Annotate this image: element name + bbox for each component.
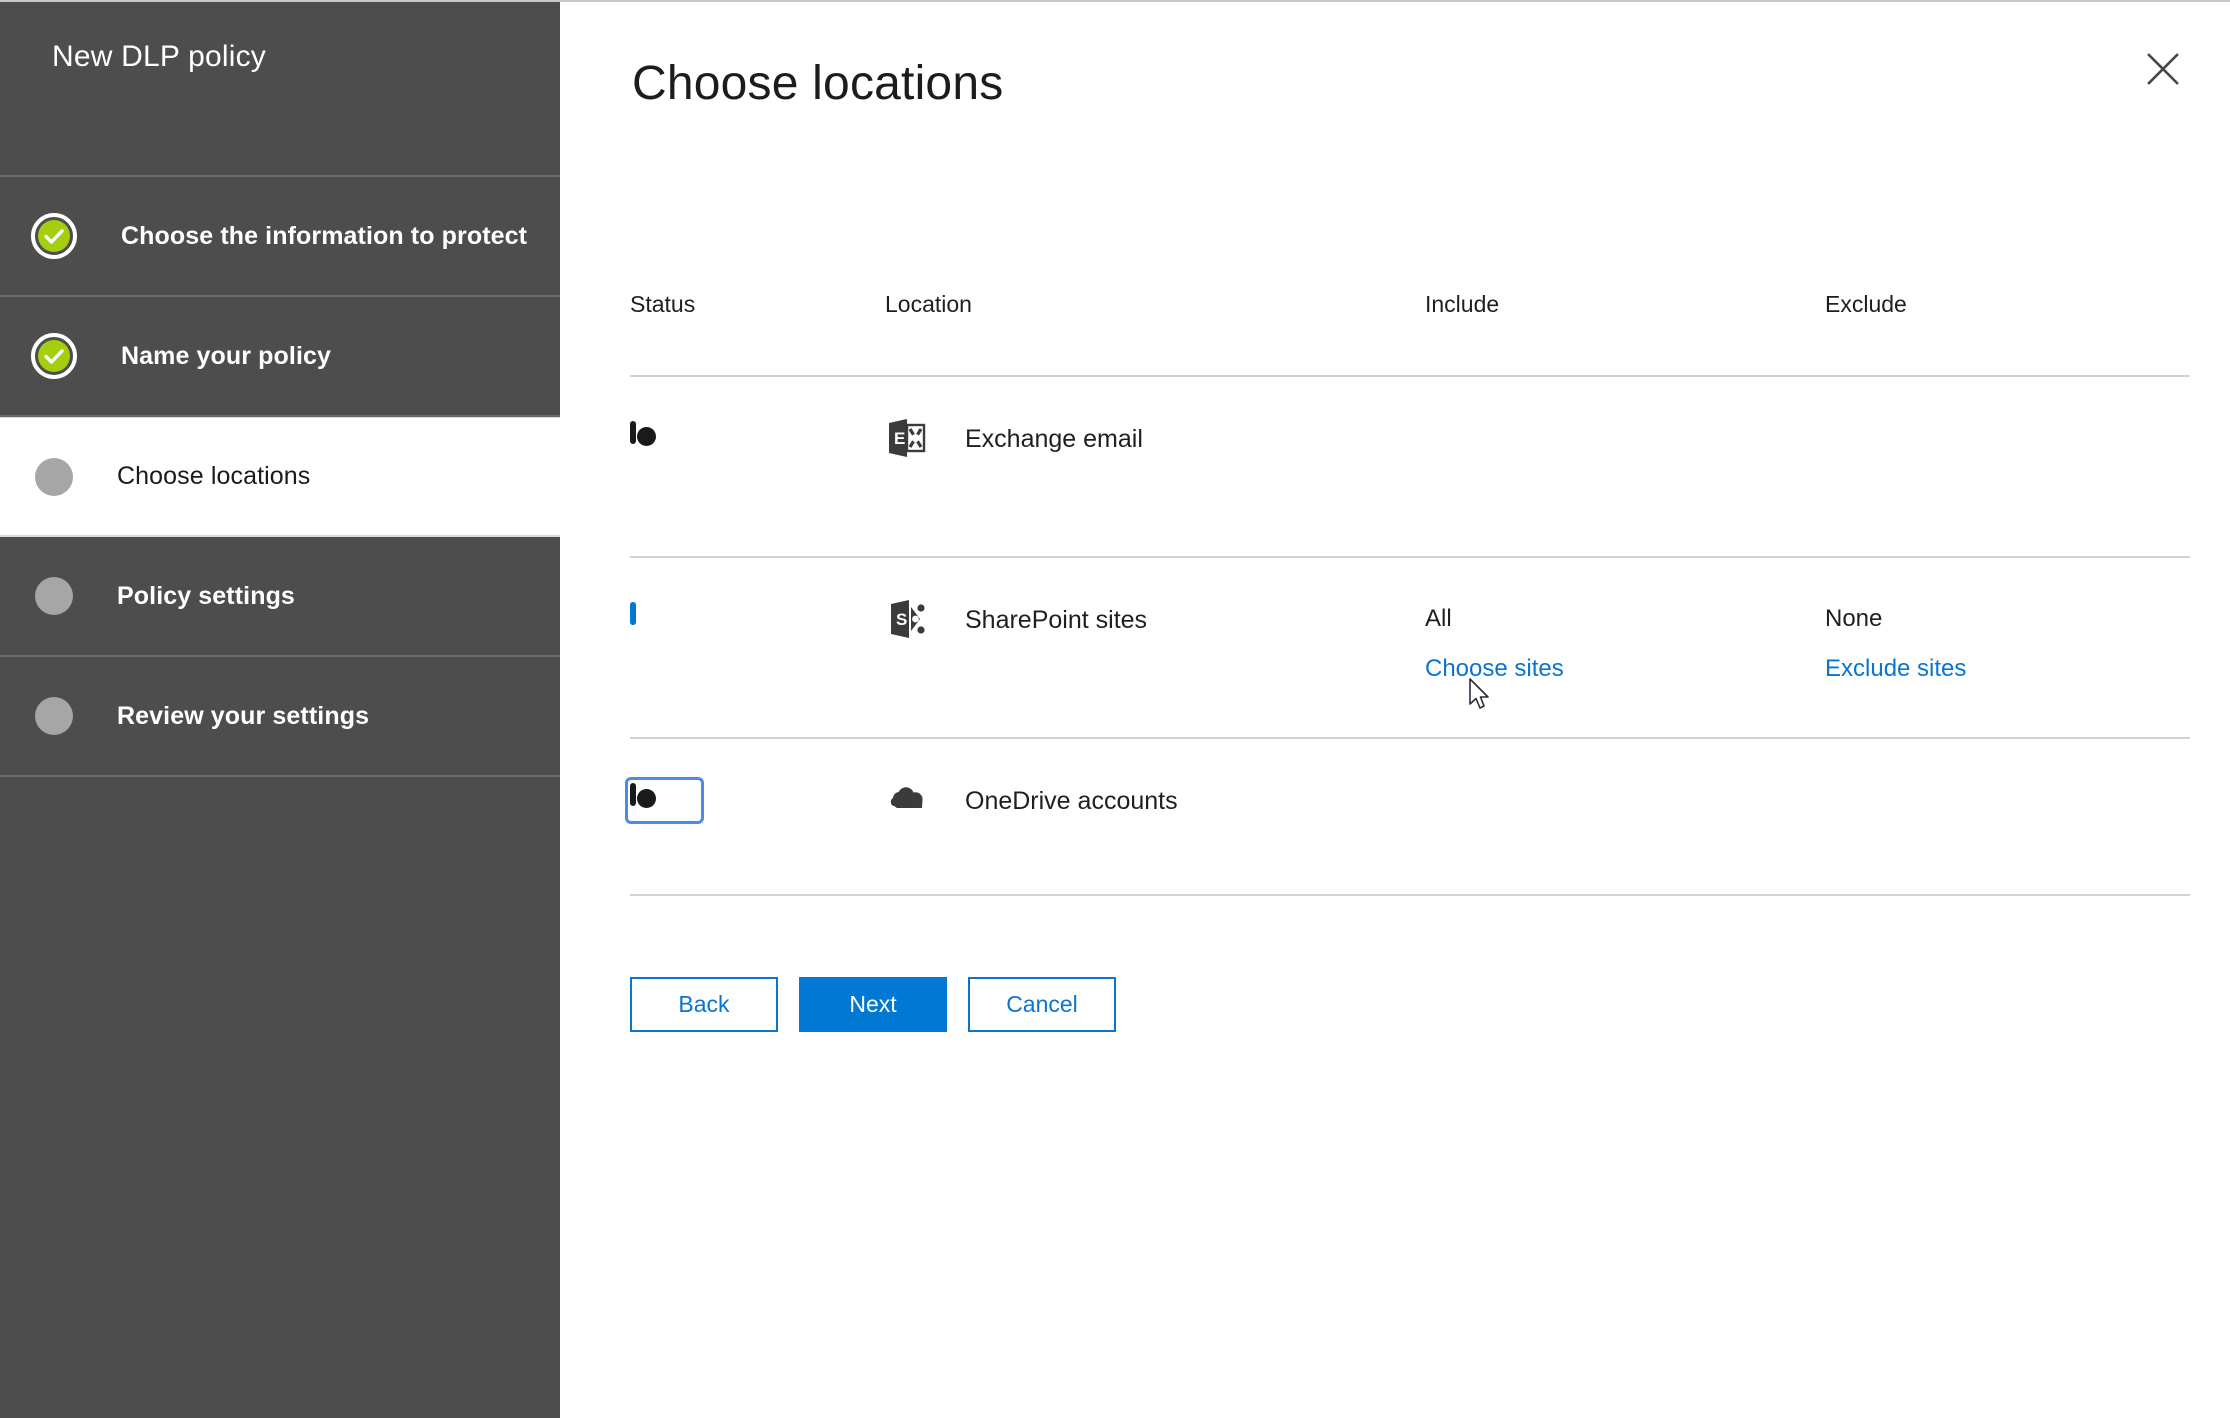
- sidebar-item-review-settings[interactable]: Review your settings: [0, 657, 560, 777]
- sidebar-item-label: Choose locations: [117, 462, 310, 491]
- check-circle-icon: [31, 213, 77, 259]
- svg-text:E: E: [894, 429, 905, 448]
- toggle-wrapper: [630, 786, 636, 804]
- sharepoint-icon: S: [885, 597, 929, 641]
- exclude-cell: [1825, 786, 2190, 894]
- wizard-main-panel: Choose locations Status Location Include…: [560, 0, 2230, 1418]
- toggle-knob: [637, 789, 656, 808]
- location-cell: OneDrive accounts: [885, 786, 1425, 894]
- toggle-wrapper: [630, 424, 636, 442]
- next-button[interactable]: Next: [799, 977, 947, 1032]
- column-header-exclude: Exclude: [1825, 291, 2190, 318]
- sidebar-title: New DLP policy: [52, 40, 266, 74]
- wizard-button-row: Back Next Cancel: [630, 977, 1116, 1032]
- sidebar-item-name-policy[interactable]: Name your policy: [0, 297, 560, 417]
- column-header-location: Location: [885, 291, 1425, 318]
- step-bullet-icon: [35, 458, 73, 496]
- close-button[interactable]: [2118, 24, 2208, 114]
- sidebar-item-policy-settings[interactable]: Policy settings: [0, 537, 560, 657]
- include-cell: [1425, 786, 1825, 894]
- toggle-knob: [610, 608, 629, 627]
- wizard-sidebar: New DLP policy Choose the information to…: [0, 0, 560, 1418]
- sidebar-item-label: Name your policy: [121, 342, 331, 371]
- close-icon: [2145, 51, 2181, 87]
- step-bullet-icon: [35, 577, 73, 615]
- locations-table: Status Location Include Exclude: [630, 267, 2190, 896]
- table-row: E Exchange email: [630, 377, 2190, 558]
- include-cell: All Choose sites: [1425, 605, 1825, 737]
- svg-text:S: S: [896, 610, 907, 629]
- page-title: Choose locations: [632, 60, 1003, 108]
- location-name: OneDrive accounts: [965, 786, 1178, 816]
- sidebar-item-label: Policy settings: [117, 582, 295, 611]
- include-cell: [1425, 424, 1825, 556]
- sidebar-header: New DLP policy: [0, 2, 560, 177]
- include-value: All: [1425, 605, 1452, 632]
- status-cell: [630, 605, 885, 737]
- step-bullet-icon: [35, 697, 73, 735]
- sidebar-item-choose-locations[interactable]: Choose locations: [0, 417, 560, 537]
- toggle-sharepoint-sites[interactable]: [630, 602, 636, 625]
- column-header-status: Status: [630, 291, 885, 318]
- wizard-step-list: Choose the information to protect Name y…: [0, 177, 560, 777]
- toggle-onedrive-accounts[interactable]: [630, 783, 636, 806]
- toggle-exchange-email[interactable]: [630, 421, 636, 444]
- exchange-icon: E: [885, 416, 929, 460]
- column-header-include: Include: [1425, 291, 1825, 318]
- location-cell: E Exchange email: [885, 424, 1425, 556]
- toggle-knob: [637, 427, 656, 446]
- choose-sites-link[interactable]: Choose sites: [1425, 655, 1825, 683]
- table-row: S SharePoint sites All Choose sites None: [630, 558, 2190, 739]
- cancel-button[interactable]: Cancel: [968, 977, 1116, 1032]
- onedrive-icon: [885, 778, 929, 822]
- toggle-wrapper: [630, 605, 636, 623]
- location-name: Exchange email: [965, 424, 1143, 454]
- status-cell: [630, 424, 885, 556]
- exclude-value: None: [1825, 605, 1882, 632]
- table-row: OneDrive accounts: [630, 739, 2190, 896]
- location-name: SharePoint sites: [965, 605, 1147, 635]
- status-cell: [630, 786, 885, 894]
- sidebar-item-label: Review your settings: [117, 702, 369, 731]
- exclude-cell: [1825, 424, 2190, 556]
- sidebar-item-label: Choose the information to protect: [121, 222, 527, 251]
- new-dlp-policy-wizard: New DLP policy Choose the information to…: [0, 0, 2230, 1418]
- sidebar-item-choose-information[interactable]: Choose the information to protect: [0, 177, 560, 297]
- back-button[interactable]: Back: [630, 977, 778, 1032]
- table-header-row: Status Location Include Exclude: [630, 267, 2190, 377]
- exclude-cell: None Exclude sites: [1825, 605, 2190, 737]
- location-cell: S SharePoint sites: [885, 605, 1425, 737]
- check-circle-icon: [31, 333, 77, 379]
- exclude-sites-link[interactable]: Exclude sites: [1825, 655, 2190, 683]
